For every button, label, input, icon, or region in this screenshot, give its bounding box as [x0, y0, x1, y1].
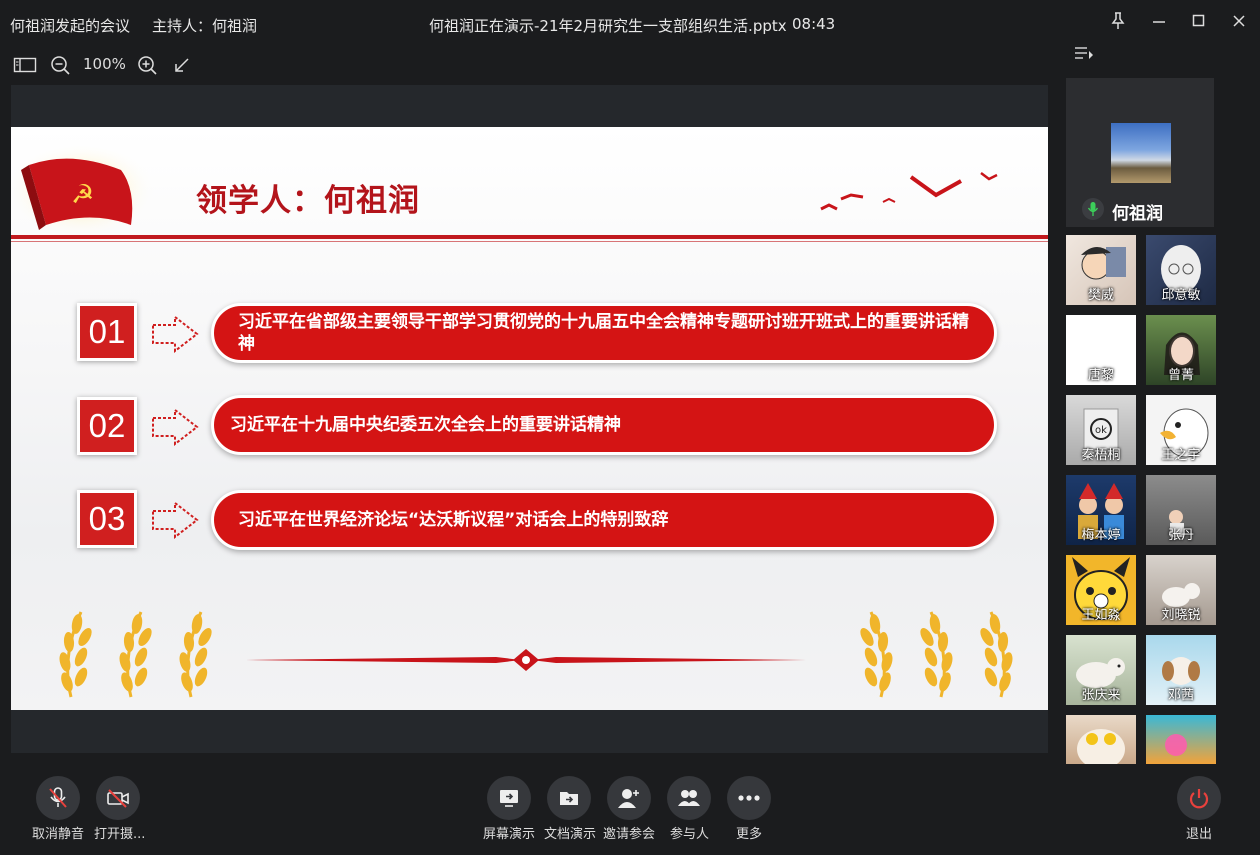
- item-number: 03: [77, 490, 137, 548]
- wheat-left-icon: [59, 611, 212, 698]
- title-bar: 何祖润发起的会议 主持人：何祖润 何祖润正在演示-21年2月研究生一支部组织生活…: [0, 0, 1260, 48]
- sidebar-toggle-icon[interactable]: [13, 54, 37, 76]
- participant-name: 王之宇: [1161, 448, 1201, 463]
- meeting-timer: 08:43: [792, 15, 836, 33]
- participant-tile[interactable]: 唐黎: [1066, 315, 1136, 385]
- host-avatar: [1111, 123, 1171, 183]
- participant-tile[interactable]: [1066, 715, 1136, 764]
- screen-share-button[interactable]: [487, 776, 531, 820]
- participants-icon: [678, 790, 700, 806]
- unmute-button[interactable]: [36, 776, 80, 820]
- arrow-icon: [152, 407, 199, 447]
- title-divider-thin: [11, 241, 1048, 242]
- add-user-icon: [618, 789, 639, 808]
- slide-item: 习近平在十九届中央纪委五次全会上的重要讲话精神: [211, 395, 997, 455]
- mic-active-icon: [1082, 198, 1104, 220]
- participant-tile[interactable]: 邓茜: [1146, 635, 1216, 705]
- arrow-icon: [152, 314, 199, 354]
- participant-name: 刘晓锐: [1161, 608, 1201, 623]
- folder-share-icon: [560, 792, 578, 805]
- exit-button[interactable]: [1177, 776, 1221, 820]
- doc-share-button[interactable]: [547, 776, 591, 820]
- participant-name: 邱意敏: [1161, 288, 1201, 303]
- host-video-tile[interactable]: 何祖润: [1066, 78, 1214, 227]
- collapse-panel-icon[interactable]: [1074, 45, 1094, 63]
- participant-name: 王如淼: [1081, 608, 1121, 623]
- item-number: 02: [77, 397, 137, 455]
- participant-tile[interactable]: 邱意敏: [1146, 235, 1216, 305]
- participant-tile[interactable]: 王之宇: [1146, 395, 1216, 465]
- participant-name: 张庆来: [1081, 688, 1121, 703]
- participant-tile[interactable]: 樊威: [1066, 235, 1136, 305]
- fit-window-icon[interactable]: [171, 54, 193, 76]
- presenting-title: 何祖润正在演示-21年2月研究生一支部组织生活.pptx: [429, 17, 787, 35]
- participants-button[interactable]: [667, 776, 711, 820]
- participant-name: 张丹: [1167, 528, 1194, 543]
- zoom-level: 100%: [83, 55, 126, 73]
- item-number: 01: [77, 303, 137, 361]
- invite-label: 邀请参会: [603, 827, 656, 842]
- zoom-in-icon[interactable]: [136, 54, 158, 76]
- invite-button[interactable]: [607, 776, 651, 820]
- more-label: 更多: [736, 827, 763, 842]
- power-icon: [1189, 789, 1209, 809]
- participant-tile[interactable]: 刘晓锐: [1146, 555, 1216, 625]
- participant-name: 邓茜: [1167, 688, 1194, 703]
- participant-name: 秦梧桐: [1081, 448, 1121, 463]
- doc-share-label: 文档演示: [544, 827, 597, 842]
- participant-tile[interactable]: ok 秦梧桐: [1066, 395, 1136, 465]
- screen-share-label: 屏幕演示: [483, 827, 536, 842]
- svg-text:ok: ok: [1095, 425, 1107, 436]
- slide-item: 习近平在世界经济论坛“达沃斯议程”对话会上的特别致辞: [211, 490, 997, 550]
- participants-label: 参与人: [670, 827, 710, 842]
- zoom-out-icon[interactable]: [49, 54, 71, 76]
- exit-label: 退出: [1186, 827, 1213, 842]
- participant-name: 曾菁: [1167, 368, 1194, 383]
- arrow-icon: [152, 500, 199, 540]
- shared-slide: ☭ 领学人：何祖润 01 习近平在省部级主要领导干部学习贯彻党的十九届五中全会精…: [11, 127, 1048, 710]
- camera-off-icon: [107, 789, 129, 808]
- participant-tile[interactable]: 王如淼: [1066, 555, 1136, 625]
- birds-icon: [820, 172, 998, 211]
- camera-label: 打开摄...: [94, 827, 146, 842]
- avatar: [1077, 729, 1125, 764]
- meeting-title: 何祖润发起的会议: [10, 17, 131, 35]
- pin-icon[interactable]: [1106, 10, 1130, 32]
- minimize-icon[interactable]: [1147, 10, 1171, 32]
- maximize-icon[interactable]: [1187, 10, 1211, 32]
- participant-tile[interactable]: 张庆来: [1066, 635, 1136, 705]
- close-icon[interactable]: [1227, 10, 1251, 32]
- party-flag-icon: ☭: [11, 145, 156, 238]
- participant-tile[interactable]: 梅本婷: [1066, 475, 1136, 545]
- participant-tile[interactable]: 张丹: [1146, 475, 1216, 545]
- svg-text:☭: ☭: [71, 180, 94, 210]
- more-icon: [738, 795, 760, 801]
- participant-tile[interactable]: [1146, 715, 1216, 764]
- slide-title: 领学人：何祖润: [196, 183, 420, 219]
- ornament-line: [246, 649, 806, 671]
- participant-name: 唐黎: [1087, 368, 1114, 383]
- mic-muted-icon: [49, 787, 67, 808]
- wheat-right-icon: [860, 611, 1013, 698]
- unmute-label: 取消静音: [32, 827, 85, 842]
- host-label: 主持人：何祖润: [152, 17, 258, 35]
- slide-item: 习近平在省部级主要领导干部学习贯彻党的十九届五中全会精神专题研讨班开班式上的重要…: [211, 303, 997, 363]
- avatar: [1165, 734, 1187, 756]
- screen-share-icon: [500, 790, 518, 807]
- participant-name: 樊威: [1087, 288, 1114, 303]
- participant-tile[interactable]: 曾菁: [1146, 315, 1216, 385]
- host-name: 何祖润: [1112, 204, 1163, 224]
- more-button[interactable]: [727, 776, 771, 820]
- camera-button[interactable]: [96, 776, 140, 820]
- participant-name: 梅本婷: [1081, 528, 1121, 543]
- title-divider: [11, 235, 1048, 239]
